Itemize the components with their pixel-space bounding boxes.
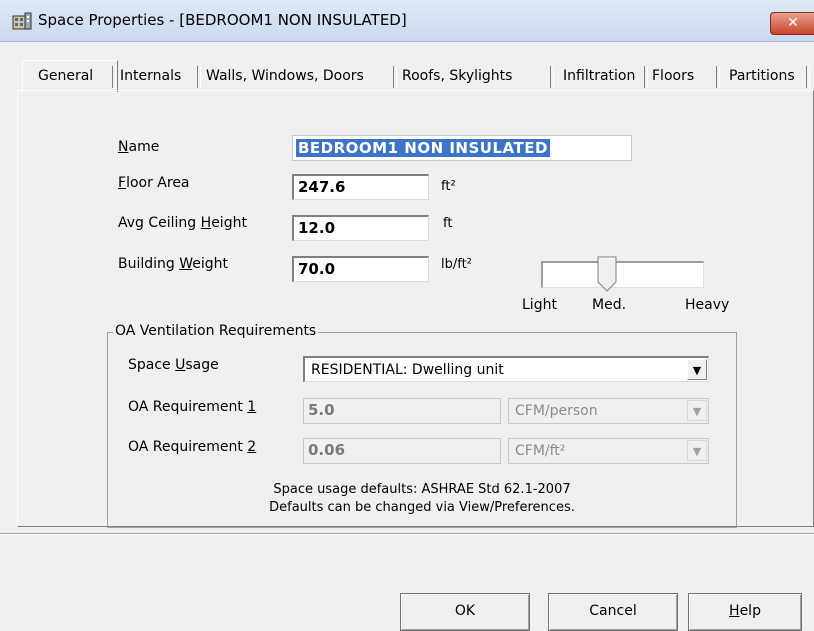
tab-separator xyxy=(393,66,397,88)
floor-area-unit: ft² xyxy=(441,179,456,194)
building-weight-input[interactable]: 70.0 xyxy=(292,256,429,282)
oa-requirement-1-unit-dropdown: CFM/person ▼ xyxy=(508,398,709,424)
space-usage-dropdown[interactable]: RESIDENTIAL: Dwelling unit ▼ xyxy=(303,356,709,382)
tab-separator xyxy=(550,66,554,88)
tab-roofs-skylights[interactable]: Roofs, Skylights xyxy=(402,63,512,89)
chevron-down-icon: ▼ xyxy=(687,400,707,421)
oa-requirement-1-input: 5.0 xyxy=(303,398,501,424)
name-label: Name xyxy=(118,139,160,155)
oa-requirement-2-unit-dropdown: CFM/ft² ▼ xyxy=(508,438,709,464)
tab-partitions[interactable]: Partitions xyxy=(729,63,795,89)
ceiling-height-input[interactable]: 12.0 xyxy=(292,215,429,241)
slider-thumb[interactable] xyxy=(597,256,617,292)
close-button[interactable]: ✕ xyxy=(770,12,814,35)
tab-separator xyxy=(197,66,201,88)
floor-area-label: Floor Area xyxy=(118,175,190,191)
oa-requirement-2-label: OA Requirement 2 xyxy=(128,439,257,455)
tab-internals[interactable]: Internals xyxy=(120,63,181,89)
oa-group-title: OA Ventilation Requirements xyxy=(113,323,319,339)
space-usage-label: Space Usage xyxy=(128,357,219,373)
name-value: BEDROOM1 NON INSULATED xyxy=(296,139,550,157)
title-bar[interactable]: Space Properties - [BEDROOM1 NON INSULAT… xyxy=(0,0,814,42)
oa-requirement-1-unit: CFM/person xyxy=(515,403,598,419)
tab-infiltration[interactable]: Infiltration xyxy=(563,63,635,89)
oa-requirement-2-unit: CFM/ft² xyxy=(515,443,566,459)
tab-separator xyxy=(716,66,720,88)
tab-floors[interactable]: Floors xyxy=(652,63,694,89)
oa-requirement-1-label: OA Requirement 1 xyxy=(128,399,257,415)
tab-separator xyxy=(644,66,648,88)
slider-label-light: Light xyxy=(522,297,557,313)
building-icon xyxy=(12,12,32,30)
ceiling-height-label: Avg Ceiling Height xyxy=(118,215,247,231)
name-input[interactable]: BEDROOM1 NON INSULATED xyxy=(292,135,632,161)
chevron-down-icon[interactable]: ▼ xyxy=(687,359,707,380)
ok-button[interactable]: OK xyxy=(400,593,530,631)
defaults-note-line2: Defaults can be changed via View/Prefere… xyxy=(269,500,575,515)
window-title: Space Properties - [BEDROOM1 NON INSULAT… xyxy=(38,11,407,29)
oa-requirement-2-input: 0.06 xyxy=(303,438,501,464)
defaults-note-line1: Space usage defaults: ASHRAE Std 62.1-20… xyxy=(273,482,571,497)
building-weight-label: Building Weight xyxy=(118,256,229,272)
tab-separator xyxy=(112,66,116,88)
space-usage-value: RESIDENTIAL: Dwelling unit xyxy=(311,362,504,378)
building-weight-slider[interactable] xyxy=(541,261,704,288)
cancel-button[interactable]: Cancel xyxy=(548,593,678,631)
chevron-down-icon: ▼ xyxy=(687,440,707,461)
tab-separator xyxy=(806,66,810,88)
building-weight-unit: lb/ft² xyxy=(441,257,472,272)
tab-walls-windows-doors[interactable]: Walls, Windows, Doors xyxy=(206,63,364,89)
help-button[interactable]: Help xyxy=(688,593,802,631)
floor-area-input[interactable]: 247.6 xyxy=(292,174,429,200)
tab-general-label[interactable]: General xyxy=(38,63,93,89)
close-icon: ✕ xyxy=(787,15,799,31)
ceiling-height-unit: ft xyxy=(443,216,453,231)
slider-label-heavy: Heavy xyxy=(685,297,730,313)
slider-label-med: Med. xyxy=(592,297,627,313)
footer-divider xyxy=(0,533,814,535)
